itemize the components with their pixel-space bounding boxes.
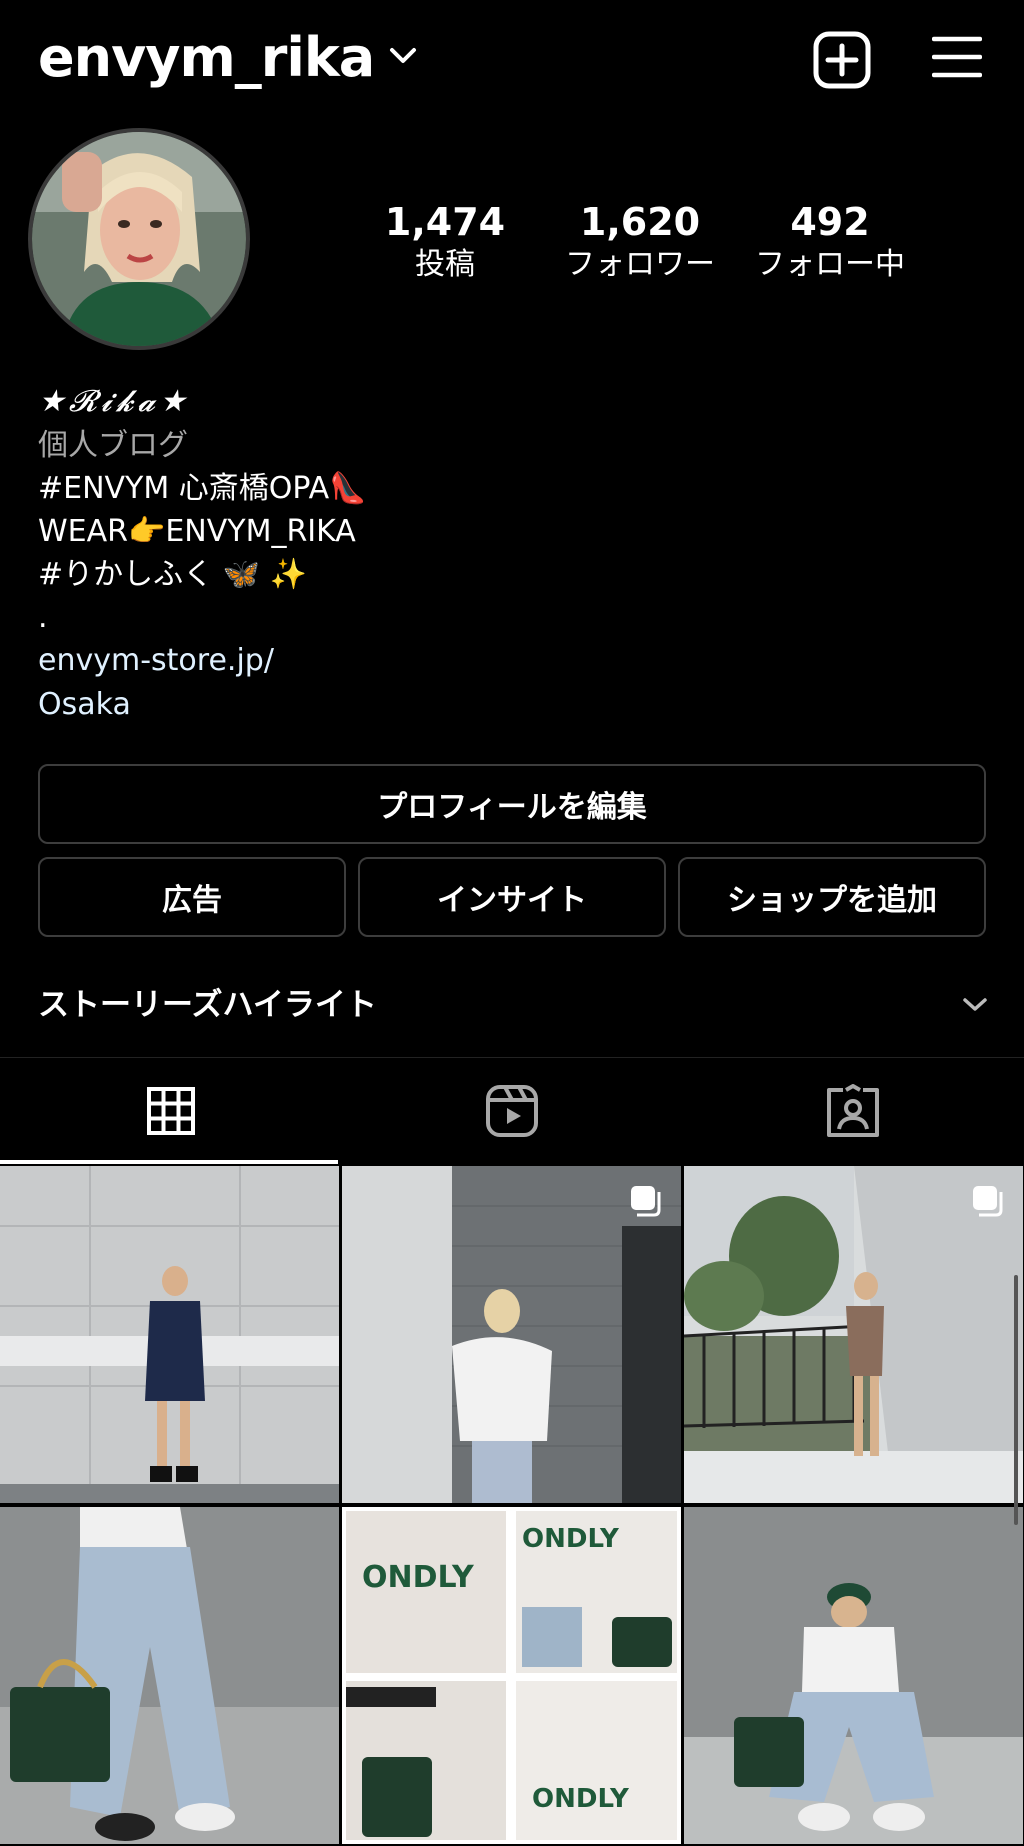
- stat-label: 投稿: [415, 247, 475, 282]
- tab-reels[interactable]: [341, 1058, 682, 1164]
- tab-tagged[interactable]: [682, 1058, 1023, 1164]
- profile-location: Osaka: [38, 687, 131, 722]
- stat-label: フォロワー: [565, 247, 715, 282]
- new-post-icon[interactable]: [812, 30, 872, 90]
- profile-category: 個人ブログ: [38, 428, 188, 463]
- insights-button[interactable]: インサイト: [358, 857, 666, 937]
- bio-line: #りかしふく 🦋 ✨: [38, 557, 307, 592]
- username-title[interactable]: envym_rika: [38, 26, 375, 89]
- profile-website-link[interactable]: envym-store.jp/: [38, 639, 274, 682]
- story-highlights-toggle[interactable]: ストーリーズハイライト: [38, 980, 988, 1030]
- chevron-down-icon[interactable]: [388, 44, 418, 68]
- multiple-images-icon: [631, 1186, 661, 1217]
- highlights-label: ストーリーズハイライト: [38, 987, 377, 1023]
- tab-posts-grid[interactable]: [0, 1058, 341, 1164]
- stat-label: フォロー中: [755, 247, 905, 282]
- following-count[interactable]: 492 フォロー中: [748, 198, 912, 284]
- tagged-icon: [826, 1084, 879, 1137]
- add-shop-button[interactable]: ショップを追加: [678, 857, 986, 937]
- multiple-images-icon: [973, 1186, 1003, 1217]
- bio-line: WEAR👉ENVYM_RIKA: [38, 514, 356, 549]
- post-thumbnail[interactable]: [0, 1507, 339, 1844]
- ad-button[interactable]: 広告: [38, 857, 346, 937]
- bio-line: #ENVYM 心斎橋OPA👠: [38, 471, 367, 506]
- edit-profile-button[interactable]: プロフィールを編集: [38, 764, 986, 844]
- grid-icon: [146, 1087, 195, 1135]
- profile-tab-bar: [0, 1057, 1024, 1164]
- post-thumbnail[interactable]: [684, 1166, 1023, 1503]
- avatar[interactable]: [28, 128, 250, 350]
- stat-value: 1,474: [384, 200, 506, 244]
- profile-display-name: ★𝓡𝓲𝓴𝓪★: [38, 384, 191, 419]
- svg-text:ONDLY: ONDLY: [532, 1784, 630, 1814]
- stat-value: 492: [790, 200, 870, 244]
- stat-value: 1,620: [579, 200, 701, 244]
- followers-count[interactable]: 1,620 フォロワー: [550, 198, 730, 284]
- post-thumbnail[interactable]: [0, 1166, 339, 1503]
- post-thumbnail[interactable]: [342, 1166, 681, 1503]
- chevron-down-icon: [963, 998, 987, 1011]
- reels-icon: [485, 1085, 538, 1137]
- bio-line: .: [38, 600, 48, 635]
- posts-count: 1,474 投稿: [380, 198, 510, 284]
- menu-icon[interactable]: [932, 34, 982, 80]
- scrollbar[interactable]: [1014, 1275, 1018, 1525]
- post-thumbnail[interactable]: ONDLY ONDLY ONDLY: [342, 1507, 681, 1844]
- svg-text:ONDLY: ONDLY: [522, 1524, 620, 1554]
- svg-text:ONDLY: ONDLY: [362, 1560, 475, 1595]
- post-thumbnail[interactable]: [684, 1507, 1023, 1844]
- active-tab-indicator: [0, 1160, 338, 1164]
